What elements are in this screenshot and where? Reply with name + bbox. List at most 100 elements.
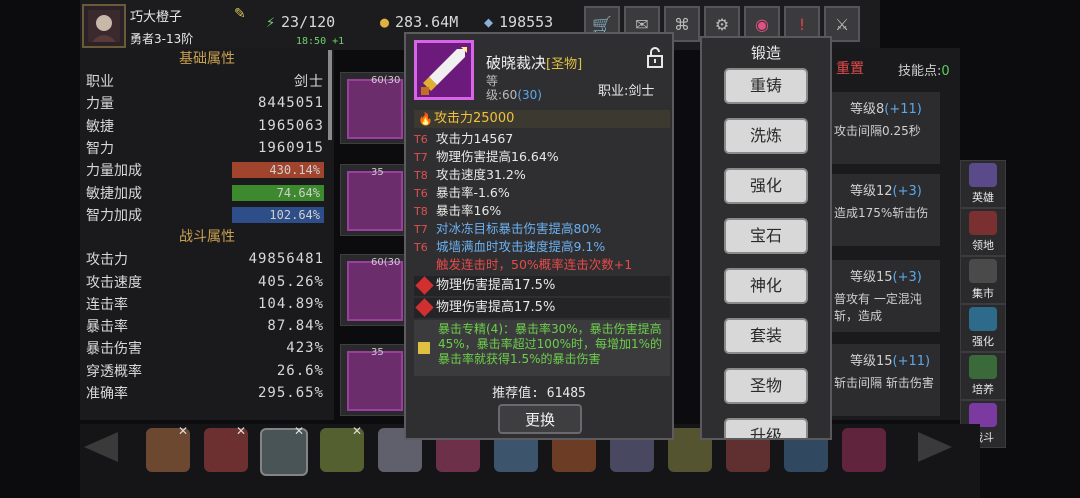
gear-slot-boots[interactable]: 35 — [340, 344, 406, 416]
alert-icon: ! — [798, 14, 806, 34]
avatar-portrait-icon — [88, 10, 120, 42]
item-affix: T6 攻击力14567 — [414, 131, 514, 146]
replace-button[interactable]: 更换 — [498, 404, 582, 434]
item-detail-popup: 破晓裁决[圣物] 等 级:60(30) 职业:剑士 🔥 攻击力25000 T6 攻击… — [404, 32, 674, 440]
stat-row-strength: 力量 8445051 — [86, 95, 324, 113]
gem-slot: 物理伤害提高17.5% — [414, 276, 670, 296]
gem-slot: 物理伤害提高17.5% — [414, 298, 670, 318]
side-menu-train[interactable]: 培养 — [960, 352, 1006, 400]
item-affix: T7 物理伤害提高16.64% — [414, 149, 559, 164]
stat-row-accuracy: 准确率 295.65% — [86, 385, 324, 402]
item-affix-legendary: 触发连击时，50%概率连击次数+1 — [436, 257, 633, 272]
item-level: 等 级:60(30) — [486, 74, 542, 102]
stat-row-crit-damage: 暴击伤害 423% — [86, 340, 324, 358]
stat-row-penetration: 穿透概率 26.6% — [86, 362, 324, 380]
flame-icon: 🔥 — [418, 112, 433, 126]
hero-portrait[interactable] — [842, 428, 886, 472]
set-bonus-text: 暴击专精(4)：暴击率30%，暴击伤害提高45%，暴击率超过100%时，每增加1… — [438, 322, 663, 366]
player-name: 巧大橙子 — [130, 10, 183, 25]
gear-item-icon — [347, 261, 403, 321]
sword-icon — [414, 40, 474, 100]
close-icon: ✕ — [294, 424, 305, 438]
market-icon — [969, 259, 997, 283]
set-bonus-box: 暴击专精(4)：暴击率30%，暴击伤害提高45%，暴击率超过100%时，每增加1… — [414, 320, 670, 376]
gem-button[interactable]: 宝石 — [724, 218, 808, 254]
gear-slot-helmet[interactable]: 60(30 — [340, 254, 406, 326]
mail-icon: ✉ — [635, 14, 649, 34]
gear-item-icon — [347, 171, 403, 231]
stat-row-intelligence: 智力 1960915 — [86, 140, 324, 158]
skill-card[interactable]: 等级8(+11) 攻击间隔0.25秒 — [830, 92, 940, 164]
anvil-icon — [969, 307, 997, 331]
gear-slot-weapon[interactable]: 60(30 — [340, 72, 406, 144]
stat-row-intelligence-bonus: 智力加成 102.64% — [80, 204, 334, 226]
stat-row-class: 职业 剑士 — [86, 74, 324, 91]
cart-icon: 🛒 — [592, 14, 612, 34]
item-main-attribute: 🔥 攻击力25000 — [414, 110, 670, 128]
close-icon: ✕ — [178, 424, 189, 438]
skill-card[interactable]: 等级12(+3) 造成175%斩击伤 — [830, 174, 940, 246]
stat-row-strength-bonus: 力量加成 430.14% — [80, 159, 334, 181]
item-affix: T6 暴击率-1.6% — [414, 185, 510, 200]
ruby-icon — [415, 298, 434, 317]
stat-row-crit-rate: 暴击率 87.84% — [86, 318, 324, 336]
item-class: 职业:剑士 — [598, 84, 655, 99]
gear-item-icon — [347, 351, 403, 411]
skill-card[interactable]: 等级15(+11) 斩击间隔 斩击伤害 — [830, 344, 940, 416]
relic-button[interactable]: 圣物 — [724, 368, 808, 404]
energy-display: ⚡ 23/120 — [266, 13, 336, 31]
deify-button[interactable]: 神化 — [724, 268, 808, 304]
set-button[interactable]: 套装 — [724, 318, 808, 354]
gear-icon: ⚙ — [714, 14, 730, 34]
stats-scrollbar[interactable] — [328, 50, 332, 140]
side-menu-hero[interactable]: 英雄 — [960, 160, 1006, 208]
recast-button[interactable]: 重铸 — [724, 68, 808, 104]
coin-icon: ● — [380, 13, 390, 31]
side-menu-territory[interactable]: 领地 — [960, 208, 1006, 256]
swords-icon: ⚔ — [834, 14, 850, 34]
gold-display: ● 283.64M — [380, 13, 459, 31]
edit-name-icon[interactable]: ✎ — [234, 6, 250, 22]
forge-menu: 锻造 重铸 洗炼 强化 宝石 神化 套装 圣物 升级 — [700, 36, 832, 440]
unlock-icon[interactable] — [644, 46, 666, 68]
close-icon: ✕ — [352, 424, 363, 438]
sword-art-icon — [421, 47, 467, 95]
side-menu-enhance[interactable]: 强化 — [960, 304, 1006, 352]
stat-row-combo-rate: 连击率 104.89% — [86, 295, 324, 313]
item-affix: T8 攻击速度31.2% — [414, 167, 526, 182]
side-menu-market[interactable]: 集市 — [960, 256, 1006, 304]
recommend-value: 推荐值: 61485 — [492, 386, 586, 401]
item-name: 破晓裁决[圣物] — [486, 54, 583, 72]
skill-card[interactable]: 等级15(+3) 普攻有 一定混沌斩，造成 — [830, 260, 940, 332]
training-icon — [969, 355, 997, 379]
upgrade-button[interactable]: 升级 — [724, 418, 808, 438]
gems-display: ◆ 198553 — [484, 13, 554, 31]
item-affix-special: T6 城墙满血时攻击速度提高9.1% — [414, 239, 606, 254]
enhance-button[interactable]: 强化 — [724, 168, 808, 204]
stat-row-agility-bonus: 敏捷加成 74.64% — [80, 181, 334, 203]
item-affix-special: T7 对冰冻目标暴击伤害提高80% — [414, 221, 602, 236]
hero-icon — [969, 163, 997, 187]
book-icon — [418, 342, 430, 354]
reroll-button[interactable]: 洗炼 — [724, 118, 808, 154]
lightning-icon: ⚡ — [266, 13, 276, 31]
color-wheel-icon: ◉ — [755, 14, 769, 34]
player-avatar[interactable] — [82, 4, 126, 48]
gamepad-icon: ⌘ — [674, 14, 690, 34]
castle-icon — [969, 211, 997, 235]
diamond-icon: ◆ — [484, 13, 494, 31]
reset-skills-button[interactable]: 重置 — [836, 58, 864, 78]
gear-slot-armor[interactable]: 35 — [340, 164, 406, 236]
skill-points: 技能点:0 — [898, 64, 950, 79]
forge-title: 锻造 — [750, 44, 781, 62]
close-icon: ✕ — [236, 424, 247, 438]
basic-attributes-title: 基础属性 — [179, 51, 235, 67]
energy-timer: 18:50 +1 — [296, 36, 345, 47]
attribute-panel: 基础属性 职业 剑士 力量 8445051 敏捷 1965063 智力 1960915 … — [80, 48, 334, 420]
combat-attributes-title: 战斗属性 — [179, 229, 235, 246]
player-rank: 勇者3-13阶 — [130, 32, 194, 46]
skill-points-label: 技能点: — [898, 64, 942, 79]
item-affix: T8 暴击率16% — [414, 203, 502, 218]
stat-row-attack: 攻击力 49856481 — [86, 251, 324, 269]
stat-row-agility: 敏捷 1965063 — [86, 117, 324, 135]
